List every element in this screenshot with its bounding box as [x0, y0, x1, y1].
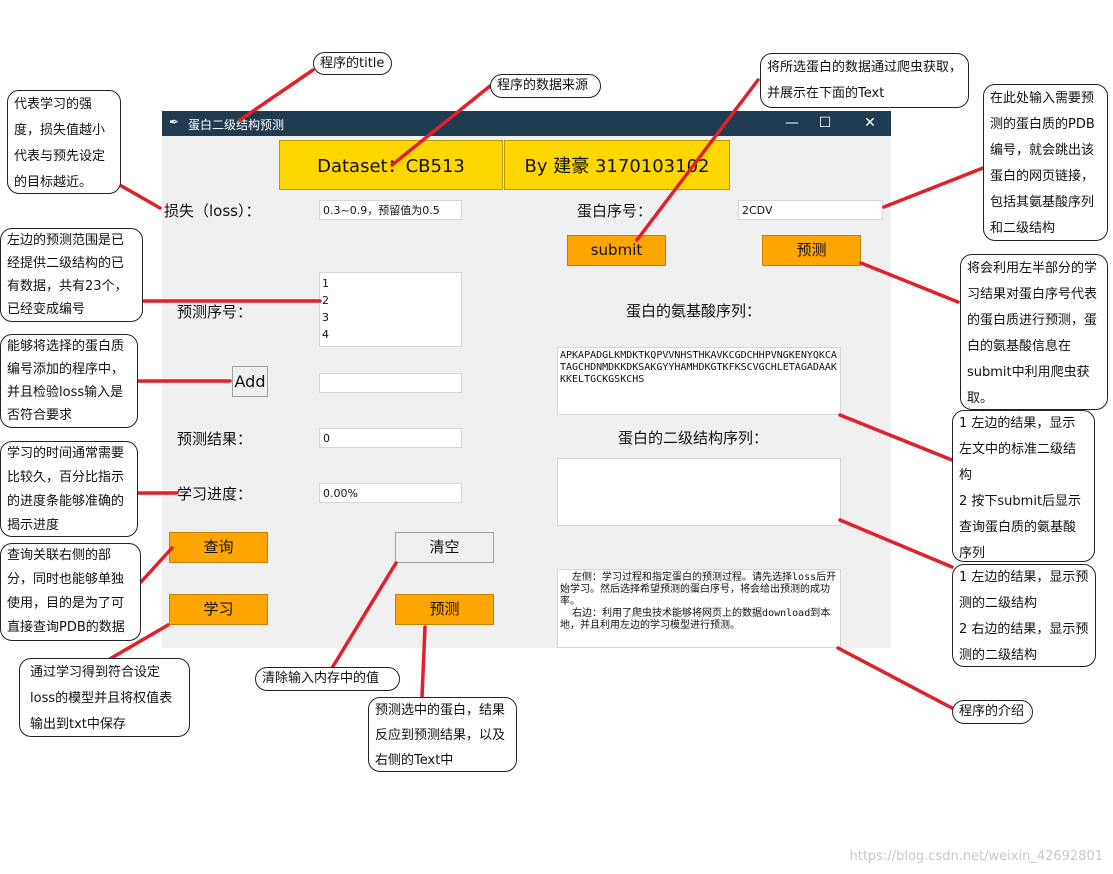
arrow-amino — [838, 413, 954, 462]
note-clear: 清除输入内存中的值 — [255, 667, 400, 691]
note-loss: 代表学习的强度，损失值越小代表与预先设定的目标越近。 — [7, 90, 121, 194]
arrow-data-source — [390, 84, 492, 167]
note-secondary-result: 1 左边的结果，显示预测的二级结构 2 右边的结果，显示预测的二级结构 — [952, 564, 1096, 667]
arrow-clear — [330, 561, 398, 670]
note-query: 查询关联右侧的部分，同时也能够单独使用，目的是为了可直接查询PDB的数据 — [0, 543, 141, 641]
note-predict-right: 将会利用左半部分的学习结果对蛋白序号代表的蛋白质进行预测，蛋白的氨基酸信息在su… — [960, 254, 1108, 410]
note-amino-result: 1 左边的结果，显示左文中的标准二级结构 2 按下submit后显示查询蛋白质的… — [952, 410, 1095, 562]
note-predict-left: 预测选中的蛋白，结果反应到预测结果，以及右侧的Text中 — [368, 697, 517, 772]
note-intro: 程序的介绍 — [952, 700, 1033, 724]
note-title: 程序的title — [313, 52, 392, 75]
arrow-predict-left — [420, 625, 427, 699]
arrow-secondary — [838, 518, 954, 569]
note-progress: 学习的时间通常需要比较久，百分比指示的进度条能够准确的揭示进度 — [0, 441, 138, 537]
note-crawler: 将所选蛋白的数据通过爬虫获取，并展示在下面的Text — [760, 53, 969, 108]
watermark: https://blog.csdn.net/weixin_42692801 — [849, 849, 1103, 864]
arrow-predict-right — [859, 261, 960, 304]
arrow-title — [238, 68, 315, 122]
note-learn: 通过学习得到符合设定loss的模型并且将权值表输出到txt中保存 — [19, 658, 190, 737]
arrow-loss — [116, 182, 162, 210]
arrow-pdb — [882, 166, 985, 209]
note-range: 左边的预测范围是已经提供二级结构的已有数据，共有23个，已经变成编号 — [0, 228, 143, 322]
arrow-intro — [836, 646, 954, 710]
annotation-arrows — [106, 68, 985, 710]
note-add: 能够将选择的蛋白质编号添加的程序中，并且检验loss输入是否符合要求 — [0, 334, 138, 428]
arrow-query — [139, 546, 174, 584]
note-data-source: 程序的数据来源 — [490, 74, 601, 98]
arrow-crawler — [635, 78, 760, 242]
note-pdb-input: 在此处输入需要预测的蛋白质的PDB编号，就会跳出该蛋白的网页链接，包括其氨基酸序… — [983, 84, 1108, 241]
